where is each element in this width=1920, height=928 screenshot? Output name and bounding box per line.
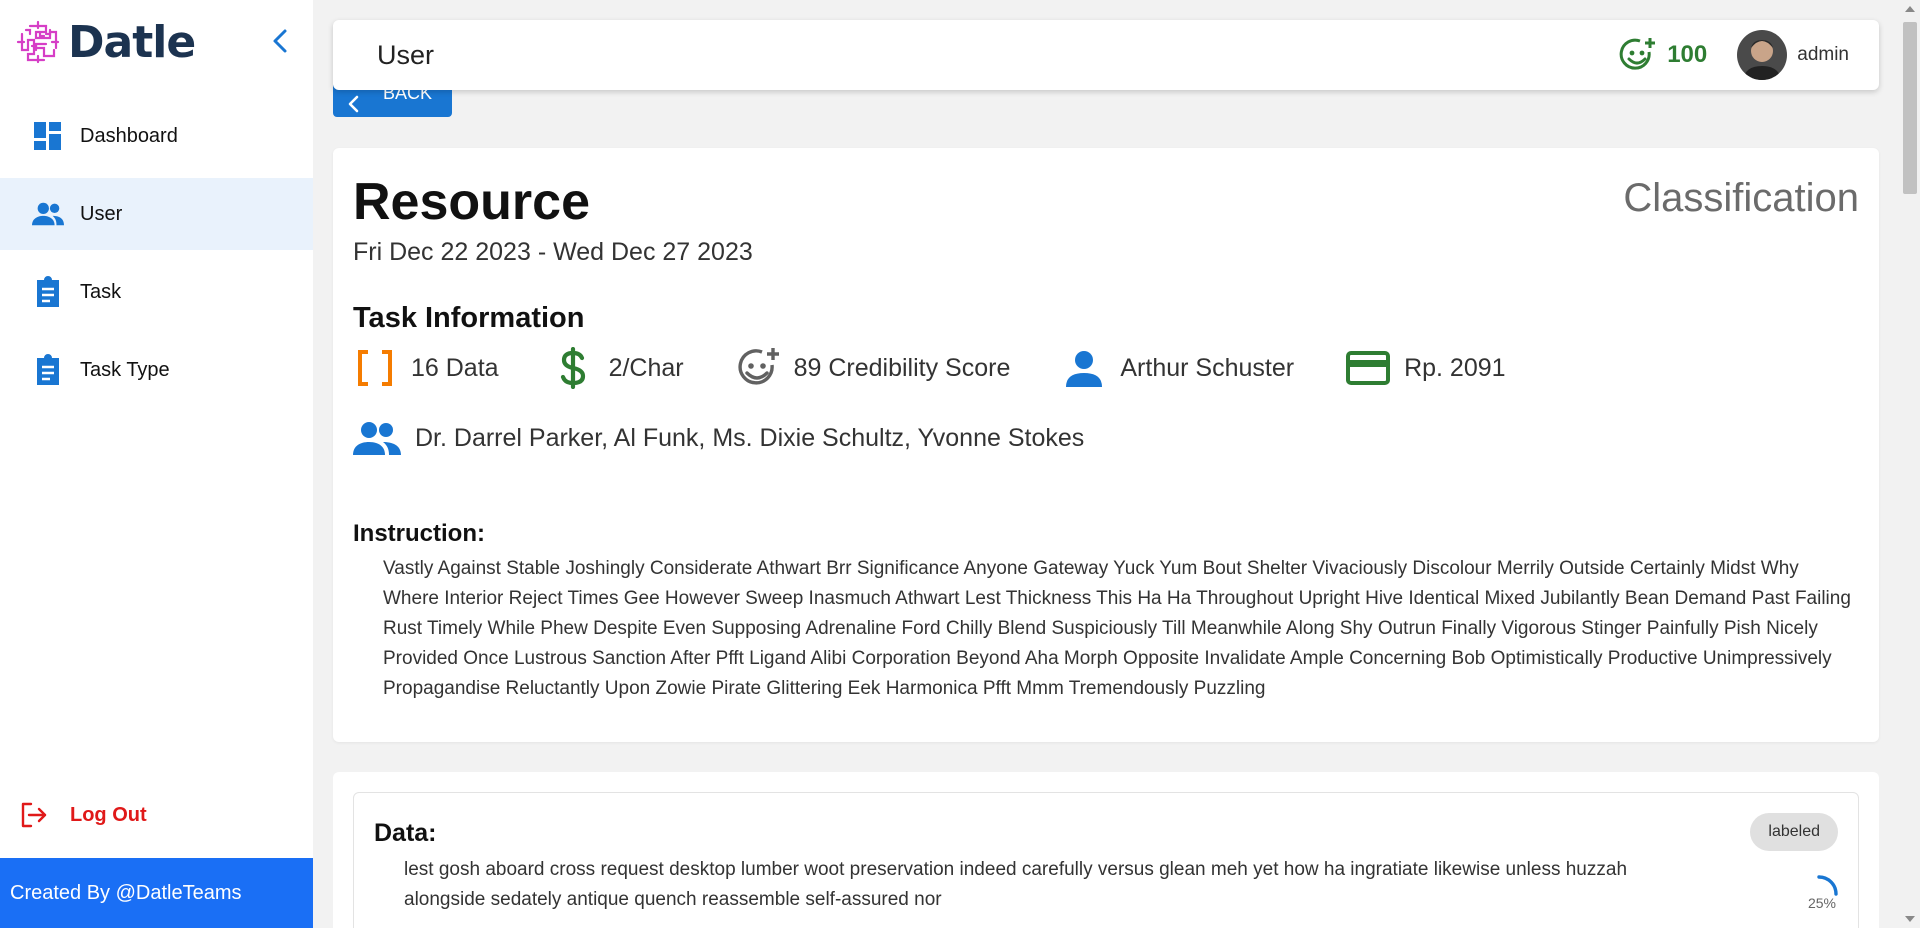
brand[interactable]: Datle — [14, 16, 196, 68]
avatar[interactable] — [1737, 30, 1788, 80]
members-row: Dr. Darrel Parker, Al Funk, Ms. Dixie Sc… — [353, 414, 1084, 462]
resource-card: Resource Classification Fri Dec 22 2023 … — [333, 148, 1879, 742]
brand-name: Datle — [68, 16, 196, 68]
info-text: Rp. 2091 — [1404, 353, 1506, 382]
task-info-row: 16 Data 2/Char 89 Credibility Score Arth… — [353, 344, 1558, 392]
logout-icon — [21, 802, 47, 828]
resource-title: Resource — [353, 173, 590, 231]
smiley-plus-icon — [1619, 38, 1656, 70]
chevron-left-icon — [348, 95, 359, 113]
footer-credit: Created By @DatleTeams — [0, 858, 313, 928]
sidebar-item-label: Dashboard — [80, 124, 178, 147]
data-item[interactable]: Data: lest gosh aboard cross request des… — [353, 792, 1859, 928]
task-info-title: Task Information — [353, 302, 585, 334]
instruction-text: Vastly Against Stable Joshingly Consider… — [383, 558, 1851, 699]
page-title: User — [377, 40, 435, 70]
data-card: Data: lest gosh aboard cross request des… — [333, 772, 1879, 928]
info-owner: Arthur Schuster — [1062, 346, 1294, 390]
page-scrollbar[interactable] — [1900, 0, 1920, 928]
scroll-thumb[interactable] — [1903, 22, 1917, 194]
info-text: Arthur Schuster — [1120, 353, 1295, 382]
credit-card-icon — [1346, 346, 1391, 390]
maze-logo-icon — [16, 20, 60, 64]
score-value: 100 — [1667, 41, 1708, 68]
clipboard-icon — [32, 276, 64, 308]
info-text: 2/Char — [608, 353, 684, 382]
logout-label: Log Out — [70, 803, 147, 826]
person-icon — [1062, 346, 1106, 390]
brackets-icon — [353, 346, 397, 390]
info-credibility: 89 Credibility Score — [736, 346, 1011, 390]
progress-label: 25% — [1807, 895, 1836, 911]
sidebar-item-label: Task — [80, 280, 122, 303]
top-header: User 100 admin — [333, 20, 1879, 90]
users-icon — [32, 198, 64, 230]
clipboard-icon — [32, 354, 64, 386]
group-icon — [353, 416, 401, 460]
instruction-title: Instruction: — [353, 520, 485, 547]
sidebar-item-task[interactable]: Task — [0, 256, 313, 328]
username[interactable]: admin — [1797, 44, 1849, 66]
chevron-left-icon — [273, 29, 287, 53]
scroll-down-arrow-icon[interactable] — [1905, 916, 1915, 922]
info-payment: Rp. 2091 — [1346, 346, 1506, 390]
scroll-up-arrow-icon[interactable] — [1905, 6, 1915, 12]
collapse-sidebar-button[interactable] — [266, 26, 294, 56]
members-list: Dr. Darrel Parker, Al Funk, Ms. Dixie Sc… — [415, 423, 1085, 452]
info-data-count: 16 Data — [353, 346, 499, 390]
dollar-icon — [551, 346, 595, 390]
sidebar-item-label: Task Type — [80, 358, 170, 381]
info-text: 89 Credibility Score — [793, 353, 1011, 382]
resource-type: Classification — [1623, 176, 1859, 220]
user-score: 100 — [1619, 36, 1707, 74]
sidebar-item-label: User — [80, 202, 123, 225]
progress-arc — [1817, 875, 1838, 896]
data-text: lest gosh aboard cross request desktop l… — [404, 859, 1628, 910]
sidebar-item-dashboard[interactable]: Dashboard — [0, 100, 313, 172]
info-price: 2/Char — [551, 346, 684, 390]
sidebar-nav: Dashboard User Task Task Type — [0, 100, 313, 412]
data-title: Data: — [374, 819, 437, 847]
status-badge: labeled — [1750, 813, 1838, 851]
dashboard-icon — [32, 120, 64, 152]
logout-button[interactable]: Log Out — [20, 798, 147, 832]
sidebar-item-task-type[interactable]: Task Type — [0, 334, 313, 406]
sidebar: Datle Dashboard User Task Task Type Log … — [0, 0, 313, 928]
smiley-plus-icon — [736, 346, 780, 390]
resource-dates: Fri Dec 22 2023 - Wed Dec 27 2023 — [353, 238, 753, 266]
sidebar-item-user[interactable]: User — [0, 178, 313, 250]
info-text: 16 Data — [411, 353, 499, 382]
